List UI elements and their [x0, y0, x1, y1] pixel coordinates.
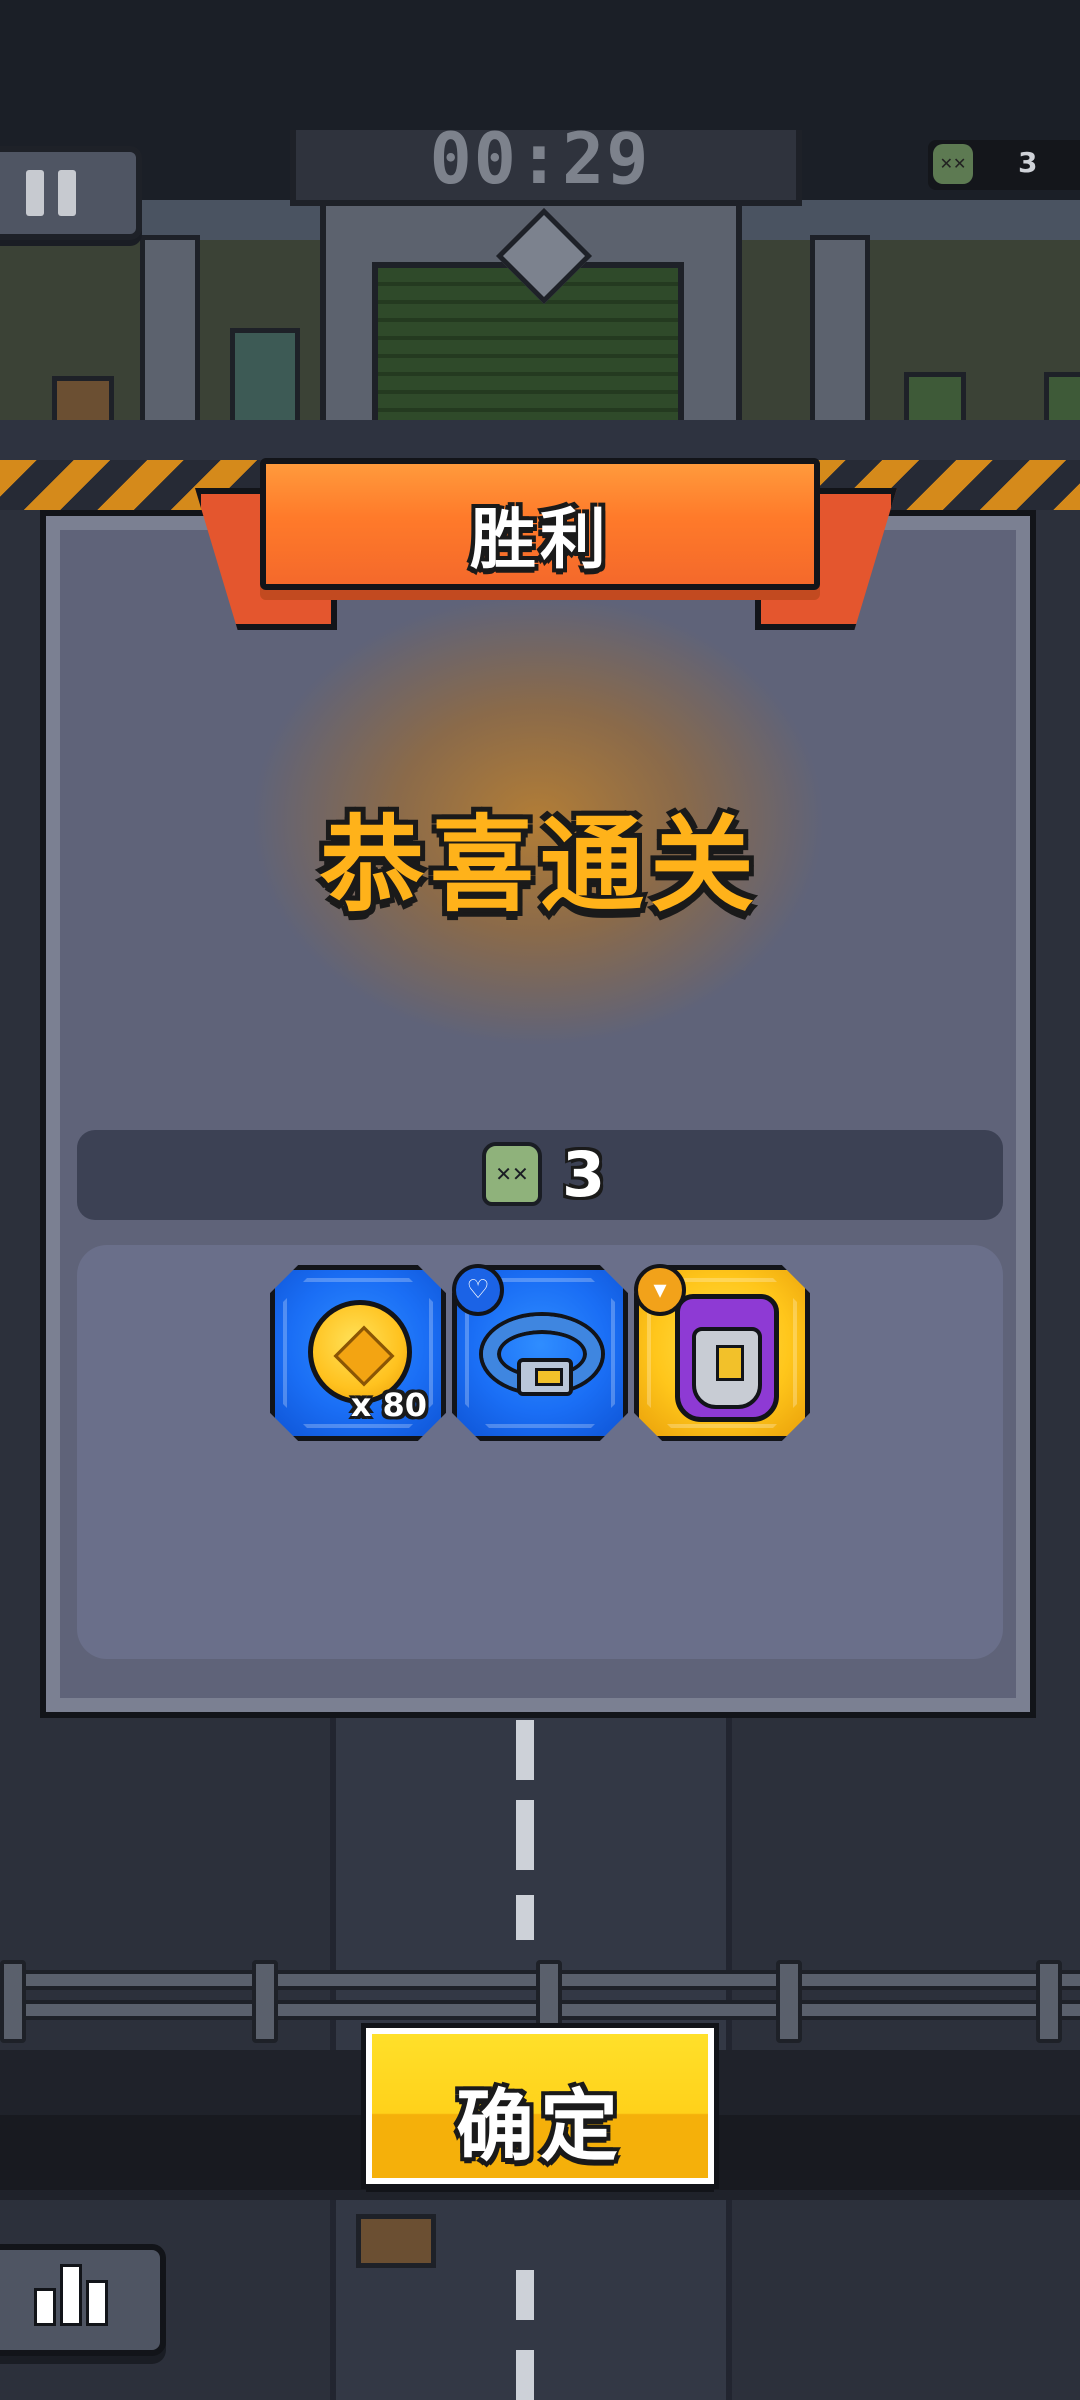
background-pillar [810, 235, 870, 435]
dialog-title: 胜利 [470, 501, 610, 578]
background-pillar [140, 235, 200, 435]
road-dash [516, 1800, 534, 1870]
pause-button[interactable] [0, 146, 142, 240]
stats-button[interactable] [0, 2244, 166, 2356]
level-timer: 00:29 [429, 118, 651, 200]
belt-buckle-icon [517, 1358, 573, 1396]
victory-headline: 恭喜通关 [319, 804, 760, 926]
zombie-head-icon: ✕✕ [482, 1142, 542, 1206]
rail-post [252, 1960, 278, 2043]
road-dash [516, 1720, 534, 1780]
hud-kill-counter: ✕✕ 3 [928, 140, 1080, 190]
rail-post [1036, 1960, 1062, 2043]
rail-post [0, 1960, 26, 2043]
hud-kill-count: 3 [1018, 146, 1038, 179]
road-dash [516, 2350, 534, 2400]
background-door [230, 328, 300, 430]
reward-quantity: x 80 [350, 1386, 427, 1424]
game-screen: 00:29 ✕✕ 3 胜利 恭喜通关 ✕✕ 3 x 80 ♡ ▾ 确定 [0, 0, 1080, 2400]
road-dash [516, 2270, 534, 2320]
background-crate [356, 2214, 436, 2268]
title-ribbon: 胜利 [260, 458, 820, 590]
necklace-slot-icon: ♡ [452, 1264, 504, 1316]
armor-vest-icon [675, 1294, 779, 1422]
background-crate [904, 372, 966, 426]
shirt-slot-icon: ▾ [634, 1264, 686, 1316]
background-crate [1044, 372, 1080, 426]
road-dash [516, 1895, 534, 1940]
confirm-button[interactable]: 确定 [361, 2023, 719, 2189]
rail-post [776, 1960, 802, 2043]
kill-count: 3 [562, 1138, 606, 1211]
confirm-button-label: 确定 [455, 2082, 624, 2172]
zombie-head-icon: ✕✕ [933, 144, 973, 184]
reward-item-coin[interactable]: x 80 [270, 1265, 446, 1441]
kill-summary-row: ✕✕ 3 [77, 1130, 1003, 1220]
